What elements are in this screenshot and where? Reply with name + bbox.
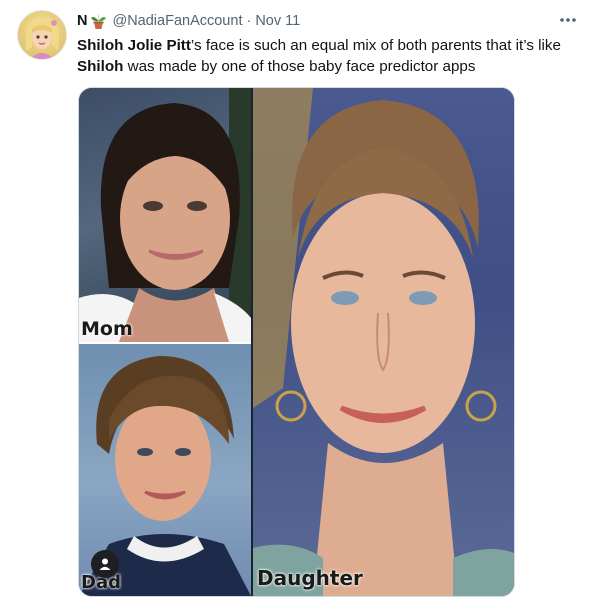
avatar-illustration xyxy=(26,17,60,59)
photo-mom[interactable] xyxy=(79,88,251,342)
display-name[interactable]: N xyxy=(77,13,87,29)
user-handle[interactable]: @NadiaFanAccount xyxy=(112,13,242,29)
tweet[interactable]: N @NadiaFanAccount · Nov 11 Shiloh Jolie… xyxy=(0,0,595,600)
avatar[interactable] xyxy=(17,10,67,60)
label-mom: Mom xyxy=(81,318,133,340)
tweet-header: N @NadiaFanAccount · Nov 11 xyxy=(77,11,300,31)
more-horizontal-icon[interactable] xyxy=(557,10,579,30)
label-daughter: Daughter xyxy=(257,566,363,590)
tweet-text: Shiloh Jolie Pitt’s face is such an equa… xyxy=(77,35,577,77)
name-bold: Shiloh xyxy=(77,58,124,75)
tweet-date[interactable]: Nov 11 xyxy=(255,13,300,29)
mention-name-bold: Shiloh Jolie Pitt xyxy=(77,37,191,54)
panel-divider-horizontal xyxy=(79,342,251,344)
photo-daughter[interactable] xyxy=(253,88,514,596)
tweet-text-part-2: was made by one of those baby face predi… xyxy=(123,58,476,75)
mom-portrait-illustration xyxy=(79,88,251,342)
tweet-text-part-1: ’s face is such an equal mix of both par… xyxy=(190,37,561,54)
potted-plant-icon xyxy=(90,13,107,30)
person-icon[interactable] xyxy=(91,550,119,578)
daughter-portrait-illustration xyxy=(253,88,514,596)
panel-divider-vertical xyxy=(251,88,253,596)
separator-dot: · xyxy=(246,13,252,29)
tweet-media[interactable]: Mom Dad Daughter xyxy=(78,87,515,597)
